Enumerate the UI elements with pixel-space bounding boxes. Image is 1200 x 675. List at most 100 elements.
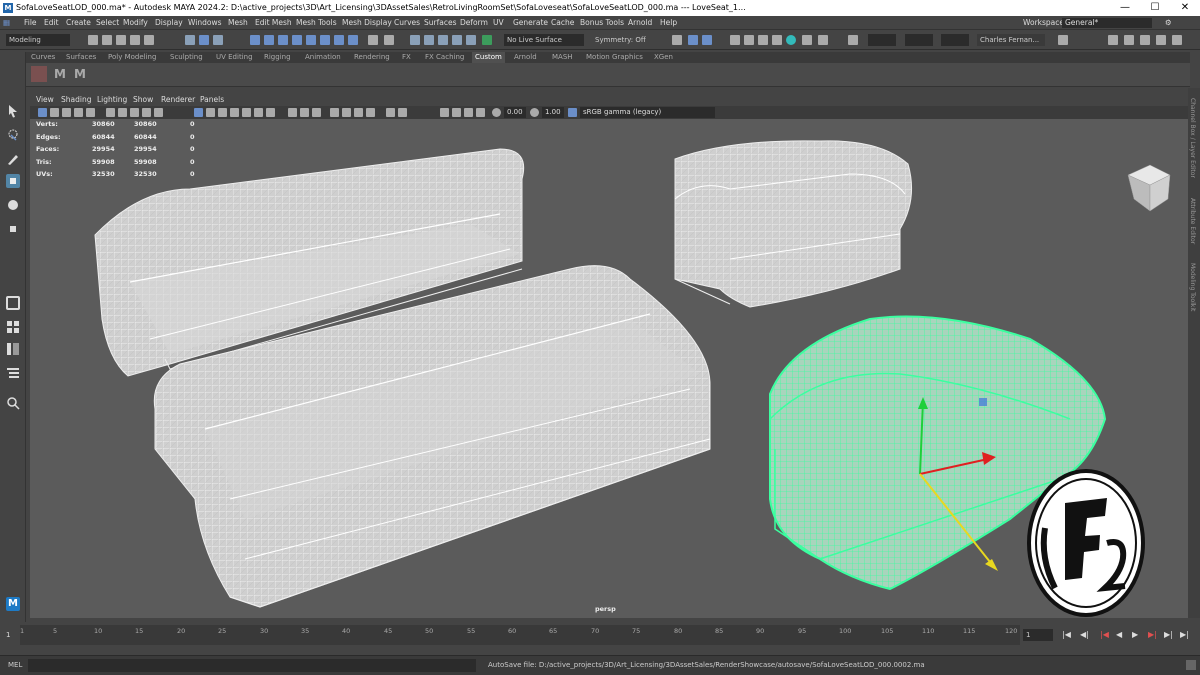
step-back-key-button[interactable]: ◀| <box>1080 630 1089 639</box>
four-view-layout-icon[interactable] <box>6 320 20 334</box>
menu-deform[interactable]: Deform <box>460 16 488 30</box>
step-back-frame-button[interactable]: |◀ <box>1100 630 1109 639</box>
shelf-tab-xgen[interactable]: XGen <box>654 52 673 63</box>
snap-point-icon[interactable] <box>438 35 448 45</box>
vp-menu-view[interactable]: View <box>36 94 54 106</box>
move-tool-icon[interactable] <box>6 174 20 188</box>
xray-components-icon[interactable] <box>312 108 321 117</box>
shelf-tab-surfaces[interactable]: Surfaces <box>66 52 96 63</box>
live-surface-icon[interactable] <box>482 35 492 45</box>
select-tool-icon[interactable] <box>6 104 20 118</box>
select-deformer-icon[interactable] <box>334 35 344 45</box>
attribute-editor-icon[interactable] <box>1140 35 1150 45</box>
color-management-icon[interactable] <box>568 108 577 117</box>
close-button[interactable]: ✕ <box>1170 0 1200 16</box>
script-language-toggle[interactable]: MEL <box>8 661 22 669</box>
persp-outliner-layout-icon[interactable] <box>6 342 20 356</box>
menu-edit-mesh[interactable]: Edit Mesh <box>255 16 292 30</box>
loveseat-back-right[interactable] <box>674 140 913 308</box>
smooth-shade-icon[interactable] <box>206 108 215 117</box>
shelf-custom-script-icon[interactable] <box>31 66 47 82</box>
gamma-icon[interactable] <box>530 108 539 117</box>
workspace-select[interactable]: General* <box>1062 18 1152 28</box>
shelf-tab-rigging[interactable]: Rigging <box>264 52 291 63</box>
make-live-icon[interactable] <box>466 35 476 45</box>
bounding-box-icon[interactable] <box>440 108 449 117</box>
range-start-field[interactable]: 1 <box>6 631 10 639</box>
xform-field-icon[interactable] <box>848 35 858 45</box>
symmetry-field[interactable]: Symmetry: Off <box>592 34 662 46</box>
vp-menu-panels[interactable]: Panels <box>200 94 224 106</box>
modeling-toolkit-icon[interactable] <box>1108 35 1118 45</box>
open-scene-icon[interactable] <box>102 35 112 45</box>
maximize-button[interactable]: ☐ <box>1140 0 1170 16</box>
depth-of-field-icon[interactable] <box>366 108 375 117</box>
select-vertex-icon[interactable] <box>250 35 260 45</box>
tool-settings-icon[interactable] <box>1156 35 1166 45</box>
menu-create[interactable]: Create <box>66 16 91 30</box>
isolate-select-icon[interactable] <box>386 108 395 117</box>
select-hud-icon[interactable] <box>398 108 407 117</box>
menu-surfaces[interactable]: Surfaces <box>424 16 456 30</box>
z-field[interactable] <box>941 34 969 46</box>
shelf-tab-motion-graphics[interactable]: Motion Graphics <box>586 52 643 63</box>
hypershade-icon[interactable] <box>758 35 768 45</box>
bookmarks-icon[interactable] <box>62 108 71 117</box>
single-perspective-layout-icon[interactable] <box>6 296 20 310</box>
vp-menu-renderer[interactable]: Renderer <box>161 94 195 106</box>
outliner-icon[interactable] <box>1172 35 1182 45</box>
current-frame-field[interactable]: 1 <box>1023 629 1053 641</box>
motion-blur-icon[interactable] <box>342 108 351 117</box>
outliner-icon[interactable] <box>6 366 20 380</box>
arnold-render-icon[interactable] <box>786 35 796 45</box>
select-edge-icon[interactable] <box>264 35 274 45</box>
paint-select-icon[interactable] <box>6 152 20 166</box>
default-material-icon[interactable] <box>230 108 239 117</box>
menu-mesh-tools[interactable]: Mesh Tools <box>296 16 337 30</box>
attribute-editor-tab[interactable]: Attribute Editor <box>1189 198 1196 244</box>
user-account-menu[interactable]: Charles Fernan... <box>977 34 1045 46</box>
field-chart-icon[interactable] <box>154 108 163 117</box>
minimize-button[interactable]: — <box>1110 0 1140 16</box>
menu-help[interactable]: Help <box>660 16 677 30</box>
menu-curves[interactable]: Curves <box>394 16 420 30</box>
xray-joints-icon[interactable] <box>300 108 309 117</box>
go-to-start-button[interactable]: |◀ <box>1062 630 1071 639</box>
menu-display[interactable]: Display <box>155 16 183 30</box>
save-scene-icon[interactable] <box>116 35 126 45</box>
go-to-end-button[interactable]: ▶| <box>1180 630 1189 639</box>
ambient-occlusion-icon[interactable] <box>330 108 339 117</box>
lock-selection-icon[interactable] <box>368 35 378 45</box>
select-face-icon[interactable] <box>278 35 288 45</box>
vp-menu-lighting[interactable]: Lighting <box>97 94 127 106</box>
shelf-tab-fx[interactable]: FX <box>402 52 411 63</box>
snap-grid-icon[interactable] <box>410 35 420 45</box>
play-backwards-button[interactable]: ◀ <box>1116 630 1122 639</box>
construction-history-icon[interactable] <box>672 35 682 45</box>
menu-modify[interactable]: Modify <box>123 16 148 30</box>
gate-mask-icon[interactable] <box>142 108 151 117</box>
command-input[interactable] <box>28 659 476 672</box>
render-settings-icon[interactable] <box>744 35 754 45</box>
step-forward-frame-button[interactable]: ▶| <box>1148 630 1157 639</box>
menu-generate[interactable]: Generate <box>513 16 548 30</box>
channel-box-tab[interactable]: Channel Box / Layer Editor <box>1189 98 1196 178</box>
sync-icon[interactable] <box>452 108 461 117</box>
render-setup-icon[interactable] <box>772 35 782 45</box>
menuset-select[interactable]: Modeling <box>6 34 70 46</box>
menu-edit[interactable]: Edit <box>44 16 59 30</box>
shadows-icon[interactable] <box>266 108 275 117</box>
snap-view-plane-icon[interactable] <box>452 35 462 45</box>
grid-icon[interactable] <box>106 108 115 117</box>
rotate-tool-icon[interactable] <box>6 198 20 212</box>
lasso-tool-icon[interactable] <box>6 128 20 142</box>
select-component-icon[interactable] <box>213 35 223 45</box>
shelf-tab-uv-editing[interactable]: UV Editing <box>216 52 253 63</box>
ipr-render-icon[interactable] <box>730 35 740 45</box>
view-cube[interactable] <box>1127 164 1171 212</box>
snap-curve-icon[interactable] <box>424 35 434 45</box>
wireframe-icon[interactable] <box>194 108 203 117</box>
2d-pan-zoom-icon[interactable] <box>86 108 95 117</box>
image-plane-icon[interactable] <box>74 108 83 117</box>
shelf-tab-curves[interactable]: Curves <box>31 52 55 63</box>
